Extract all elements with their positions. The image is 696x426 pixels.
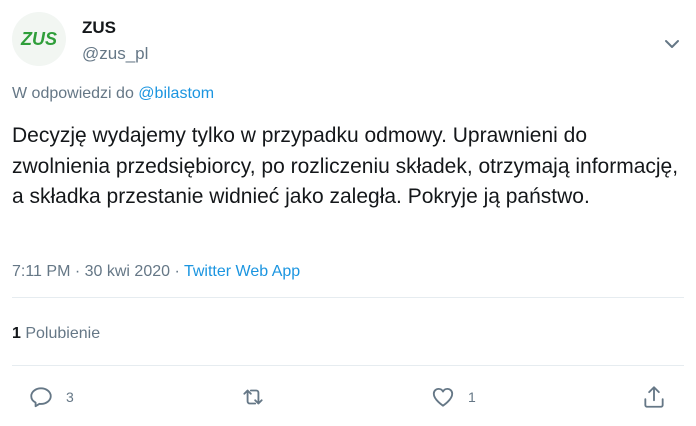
like-count: 1: [468, 389, 476, 405]
avatar[interactable]: ZUS: [12, 12, 66, 66]
reply-context: W odpowiedzi do @bilastom: [12, 85, 214, 103]
reply-count: 3: [66, 389, 74, 405]
author-handle[interactable]: @zus_pl: [82, 44, 148, 64]
tweet-time[interactable]: 7:11 PM: [12, 263, 70, 280]
share-icon: [644, 386, 664, 408]
tweet-meta: 7:11 PM · 30 kwi 2020 · Twitter Web App: [12, 263, 300, 281]
divider: [12, 297, 684, 298]
like-button[interactable]: 1: [430, 382, 476, 412]
chevron-down-icon[interactable]: [660, 32, 684, 56]
author-name[interactable]: ZUS: [82, 18, 116, 38]
meta-separator: ·: [170, 263, 184, 280]
tweet-header: ZUS ZUS @zus_pl: [12, 12, 686, 72]
share-button[interactable]: [641, 382, 667, 412]
divider: [12, 365, 684, 366]
action-bar: 3 1: [0, 372, 696, 422]
logo-text: ZUS: [20, 29, 57, 49]
tweet-text: Decyzję wydajemy tylko w przypadku odmow…: [12, 124, 679, 208]
heart-icon: [432, 387, 454, 407]
meta-separator: ·: [70, 263, 85, 280]
reply-button[interactable]: 3: [28, 382, 74, 412]
tweet-date[interactable]: 30 kwi 2020: [85, 263, 170, 280]
retweet-icon: [243, 389, 263, 405]
likes-count: 1: [12, 325, 21, 342]
reply-mention-link[interactable]: @bilastom: [138, 85, 214, 102]
likes-label: Polubienie: [25, 325, 101, 342]
reply-prefix: W odpowiedzi do: [12, 85, 134, 102]
retweet-button[interactable]: [240, 382, 266, 412]
zus-logo: ZUS: [12, 12, 66, 66]
likes-summary[interactable]: 1 Polubienie: [12, 325, 100, 343]
tweet-source-link[interactable]: Twitter Web App: [184, 263, 300, 280]
reply-icon: [30, 387, 52, 408]
